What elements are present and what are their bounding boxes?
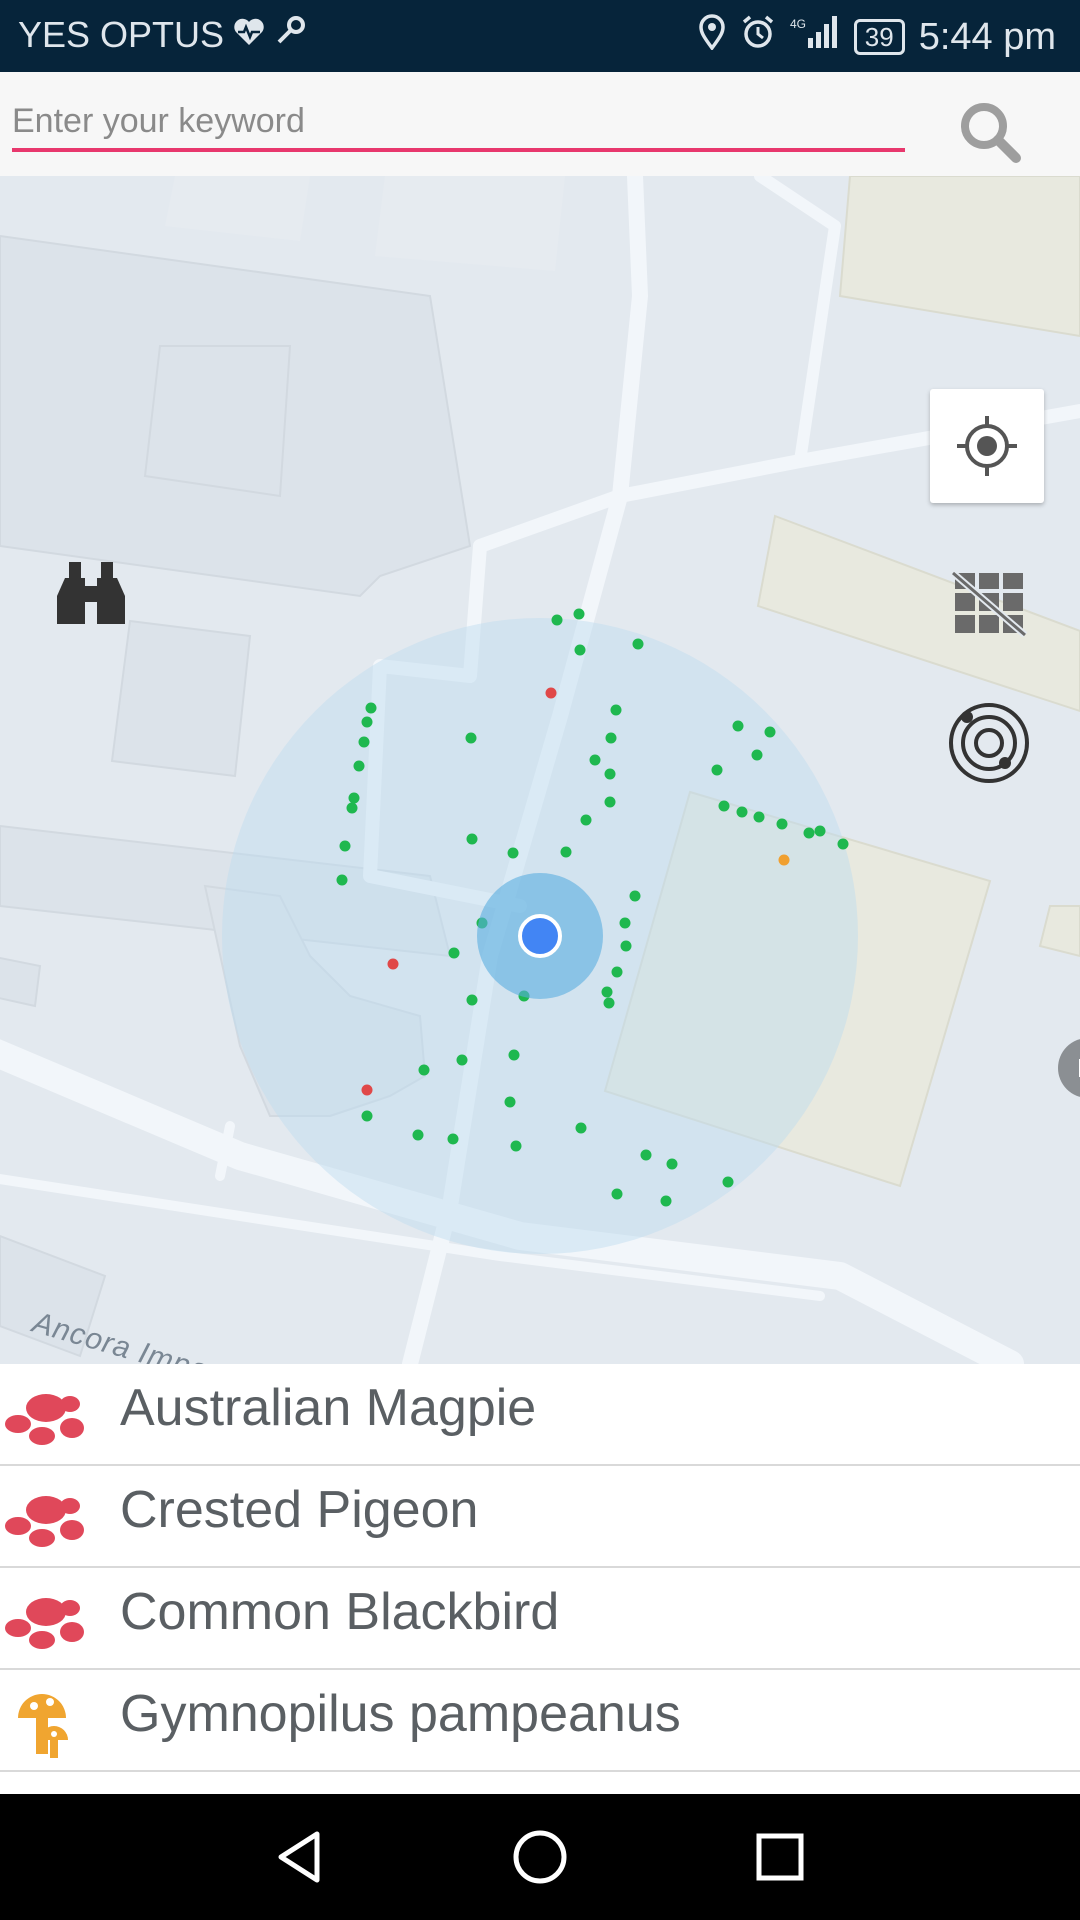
back-icon xyxy=(278,1831,320,1883)
search-button[interactable] xyxy=(950,92,1030,172)
radar-button[interactable] xyxy=(944,698,1034,788)
my-location-icon xyxy=(957,416,1017,476)
list-item[interactable]: Common Blackbird xyxy=(0,1568,1080,1670)
list-item[interactable]: Gymnopilus pampeanus xyxy=(0,1670,1080,1772)
species-name: Rainbow Lorikeet xyxy=(120,1786,522,1794)
binoculars-icon xyxy=(57,562,125,624)
list-item[interactable]: Australian Magpie xyxy=(0,1364,1080,1466)
search-bar xyxy=(0,72,1080,176)
svg-text:4G: 4G xyxy=(790,17,806,31)
paw-icon xyxy=(0,1478,92,1558)
carrier-label: YES OPTUS xyxy=(18,14,225,55)
species-name: Common Blackbird xyxy=(120,1583,560,1641)
clock-time: 5:44 pm xyxy=(918,15,1056,58)
species-name: Gymnopilus pampeanus xyxy=(120,1685,681,1743)
species-name: Australian Magpie xyxy=(120,1379,537,1437)
grid-toggle-button[interactable] xyxy=(944,558,1034,648)
signal-icon: 4G xyxy=(790,14,840,60)
square-icon xyxy=(1079,1059,1080,1077)
recents-icon xyxy=(756,1833,804,1881)
battery-icon: 39 xyxy=(853,19,905,55)
back-button[interactable] xyxy=(265,1822,335,1892)
species-name: Crested Pigeon xyxy=(120,1481,479,1539)
key-icon xyxy=(274,14,306,56)
heart-pulse-icon xyxy=(232,14,266,56)
location-icon xyxy=(698,14,726,60)
status-bar: YES OPTUS 4G 39 5:44 pm xyxy=(0,0,1080,72)
map-view[interactable]: Ancora Imparo Way xyxy=(0,176,1080,1364)
search-icon xyxy=(961,103,1021,163)
recents-button[interactable] xyxy=(745,1822,815,1892)
mushroom-icon xyxy=(0,1682,92,1762)
list-item[interactable]: Rainbow Lorikeet xyxy=(0,1772,1080,1794)
mushroom-icon xyxy=(0,1784,92,1794)
binoculars-button[interactable] xyxy=(50,556,132,632)
paw-icon xyxy=(0,1580,92,1660)
home-icon xyxy=(513,1830,567,1884)
radar-icon xyxy=(949,703,1029,783)
my-location-button[interactable] xyxy=(930,389,1044,503)
navigation-bar xyxy=(0,1794,1080,1920)
home-button[interactable] xyxy=(505,1822,575,1892)
alarm-icon xyxy=(740,14,776,60)
map-basemap xyxy=(0,176,1080,1364)
species-list[interactable]: Australian Magpie Crested Pigeon Common … xyxy=(0,1364,1080,1794)
grid-off-icon xyxy=(951,570,1027,637)
list-item[interactable]: Crested Pigeon xyxy=(0,1466,1080,1568)
search-input[interactable] xyxy=(12,94,905,152)
paw-icon xyxy=(0,1376,92,1456)
